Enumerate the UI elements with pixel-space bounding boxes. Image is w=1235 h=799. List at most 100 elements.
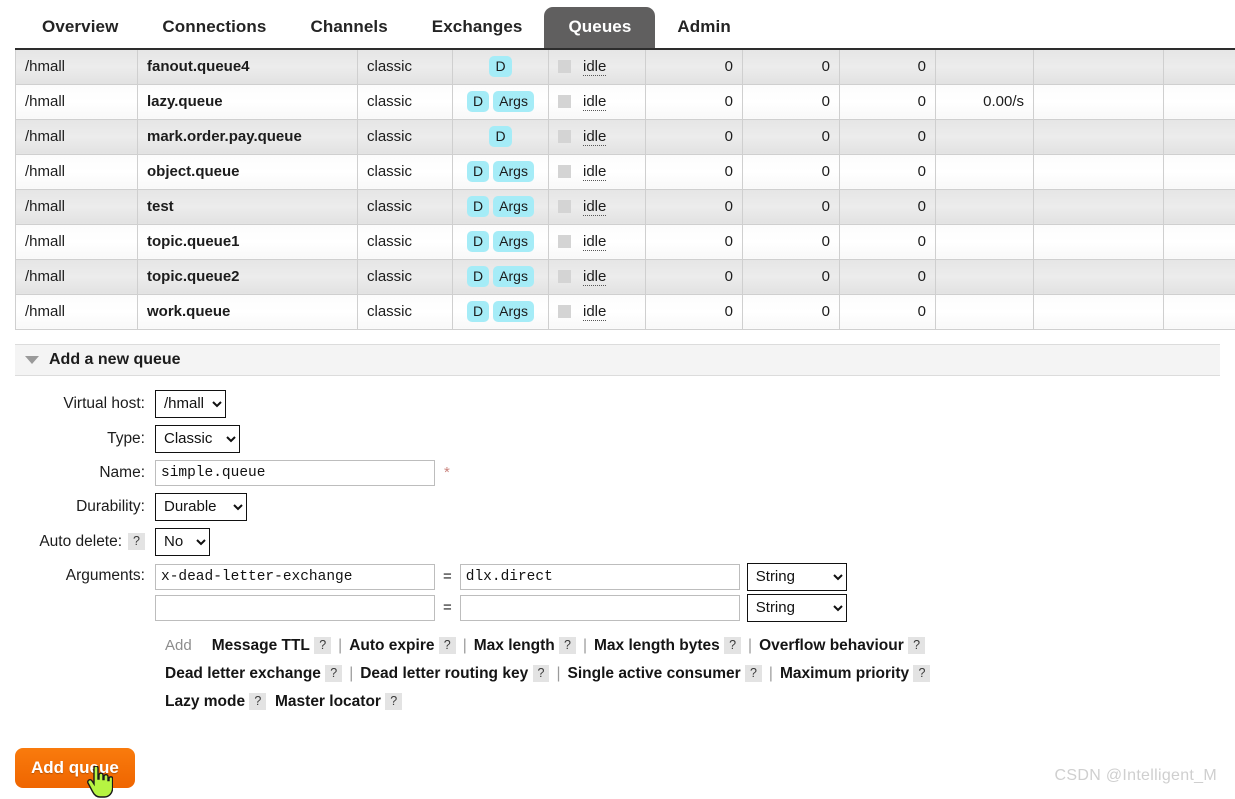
help-icon[interactable]: ? bbox=[385, 692, 403, 710]
tab-admin[interactable]: Admin bbox=[655, 7, 752, 48]
state-label: idle bbox=[583, 127, 607, 146]
arguments-badge: Args bbox=[493, 161, 534, 182]
durability-select[interactable]: DurableTransient bbox=[155, 492, 247, 521]
queues-table: /hmall fanout.queue4 classic Didle 0 0 0/hmall… bbox=[15, 48, 1235, 330]
add-queue-button-container: Add queue bbox=[15, 748, 135, 798]
cell-messages-total: 0 bbox=[839, 294, 936, 330]
state-label: idle bbox=[583, 162, 607, 181]
state-indicator-icon bbox=[558, 270, 571, 283]
cell-features: D bbox=[452, 49, 549, 85]
argument-key-input[interactable] bbox=[155, 563, 435, 590]
arguments-badge: Args bbox=[493, 266, 534, 287]
add-queue-button[interactable]: Add queue bbox=[15, 748, 135, 788]
cell-state: idle bbox=[548, 189, 646, 225]
cell-queue-name[interactable]: lazy.queue bbox=[137, 84, 358, 120]
cell-queue-name[interactable]: topic.queue1 bbox=[137, 224, 358, 260]
type-row: Type: ClassicQuorumStream bbox=[15, 424, 1235, 453]
preset-separator: | bbox=[349, 664, 354, 682]
cell-messages-ready: 0 bbox=[645, 224, 743, 260]
type-select[interactable]: ClassicQuorumStream bbox=[155, 424, 240, 453]
preset-separator: | bbox=[582, 636, 588, 654]
cell-rate-ack bbox=[1163, 224, 1235, 260]
help-icon[interactable]: ? bbox=[744, 664, 762, 682]
auto-delete-select[interactable]: NoYes bbox=[155, 527, 210, 556]
cell-state: idle bbox=[548, 49, 646, 85]
state-indicator-icon bbox=[558, 130, 571, 143]
tab-connections[interactable]: Connections bbox=[140, 7, 288, 48]
cell-state: idle bbox=[548, 154, 646, 190]
cell-rate-incoming bbox=[935, 49, 1034, 85]
cell-rate-incoming bbox=[935, 294, 1034, 330]
cell-state: idle bbox=[548, 259, 646, 295]
help-icon[interactable]: ? bbox=[532, 664, 550, 682]
tab-queues[interactable]: Queues bbox=[544, 7, 656, 48]
tab-channels[interactable]: Channels bbox=[288, 7, 409, 48]
argument-presets: Add Message TTL ? | Auto expire ? | Max lengt… bbox=[15, 632, 1235, 716]
preset-dead-letter-routing-key[interactable]: Dead letter routing key bbox=[360, 665, 528, 682]
help-icon[interactable]: ? bbox=[913, 664, 931, 682]
argument-type-select[interactable]: StringNumberBooleanList bbox=[746, 562, 847, 591]
cell-queue-name[interactable]: work.queue bbox=[137, 294, 358, 330]
queue-name-input[interactable] bbox=[155, 459, 435, 486]
cell-rate-ack bbox=[1163, 154, 1235, 190]
preset-master-locator[interactable]: Master locator bbox=[275, 693, 381, 710]
cell-messages-total: 0 bbox=[839, 49, 936, 85]
help-icon[interactable]: ? bbox=[724, 636, 742, 654]
preset-auto-expire[interactable]: Auto expire bbox=[349, 637, 434, 654]
cell-queue-name[interactable]: object.queue bbox=[137, 154, 358, 190]
cell-messages-ready: 0 bbox=[645, 189, 743, 225]
cell-type: classic bbox=[357, 49, 453, 85]
triangle-down-icon[interactable] bbox=[25, 355, 39, 364]
arguments-badge: Args bbox=[493, 196, 534, 217]
cell-rate-ack bbox=[1163, 119, 1235, 155]
preset-lazy-mode[interactable]: Lazy mode bbox=[165, 693, 245, 710]
durable-badge: D bbox=[489, 56, 512, 78]
cell-features: D Args bbox=[452, 154, 549, 190]
argument-value-input[interactable] bbox=[459, 594, 740, 621]
auto-delete-label: Auto delete: ? bbox=[15, 533, 155, 551]
cell-type: classic bbox=[357, 84, 453, 120]
state-label: idle bbox=[583, 92, 607, 111]
cell-messages-total: 0 bbox=[839, 259, 936, 295]
preset-maximum-priority[interactable]: Maximum priority bbox=[780, 665, 909, 682]
help-icon[interactable]: ? bbox=[908, 636, 926, 654]
auto-delete-help-icon[interactable]: ? bbox=[128, 533, 145, 550]
watermark-text: CSDN @Intelligent_M bbox=[1054, 767, 1217, 784]
tab-exchanges[interactable]: Exchanges bbox=[410, 7, 545, 48]
help-icon[interactable]: ? bbox=[438, 636, 456, 654]
cell-rate-deliver-get bbox=[1033, 224, 1164, 260]
preset-single-active-consumer[interactable]: Single active consumer bbox=[568, 665, 741, 682]
preset-message-ttl[interactable]: Message TTL bbox=[212, 637, 310, 654]
cell-queue-name[interactable]: mark.order.pay.queue bbox=[137, 119, 358, 155]
cell-state: idle bbox=[548, 294, 646, 330]
preset-max-length[interactable]: Max length bbox=[474, 637, 555, 654]
cell-messages-unacked: 0 bbox=[742, 224, 840, 260]
help-icon[interactable]: ? bbox=[325, 664, 343, 682]
preset-max-length-bytes[interactable]: Max length bytes bbox=[594, 637, 720, 654]
cell-rate-incoming bbox=[935, 119, 1034, 155]
preset-overflow-behaviour[interactable]: Overflow behaviour bbox=[759, 637, 904, 654]
durable-badge: D bbox=[467, 231, 490, 252]
argument-type-select[interactable]: StringNumberBooleanList bbox=[746, 593, 847, 622]
cell-messages-ready: 0 bbox=[645, 119, 743, 155]
cell-rate-deliver-get bbox=[1033, 49, 1164, 85]
main-navigation: Overview Connections Channels Exchanges Queu… bbox=[0, 0, 1235, 48]
durable-badge: D bbox=[467, 301, 490, 322]
cell-queue-name[interactable]: test bbox=[137, 189, 358, 225]
add-queue-section-header[interactable]: Add a new queue bbox=[15, 343, 1220, 376]
state-label: idle bbox=[583, 232, 607, 251]
cell-queue-name[interactable]: fanout.queue4 bbox=[137, 49, 358, 85]
help-icon[interactable]: ? bbox=[314, 636, 332, 654]
cell-messages-unacked: 0 bbox=[742, 84, 840, 120]
preset-dead-letter-exchange[interactable]: Dead letter exchange bbox=[165, 665, 321, 682]
help-icon[interactable]: ? bbox=[559, 636, 576, 654]
table-row: /hmall topic.queue1 classic D Args idle 0 0 0 bbox=[15, 224, 1235, 260]
tab-overview[interactable]: Overview bbox=[20, 7, 140, 48]
virtual-host-select[interactable]: /hmall bbox=[155, 389, 226, 418]
argument-key-input[interactable] bbox=[155, 594, 435, 621]
cell-rate-deliver-get bbox=[1033, 189, 1164, 225]
cell-queue-name[interactable]: topic.queue2 bbox=[137, 259, 358, 295]
argument-value-input[interactable] bbox=[459, 563, 740, 590]
state-indicator-icon bbox=[558, 60, 571, 74]
help-icon[interactable]: ? bbox=[249, 692, 267, 710]
